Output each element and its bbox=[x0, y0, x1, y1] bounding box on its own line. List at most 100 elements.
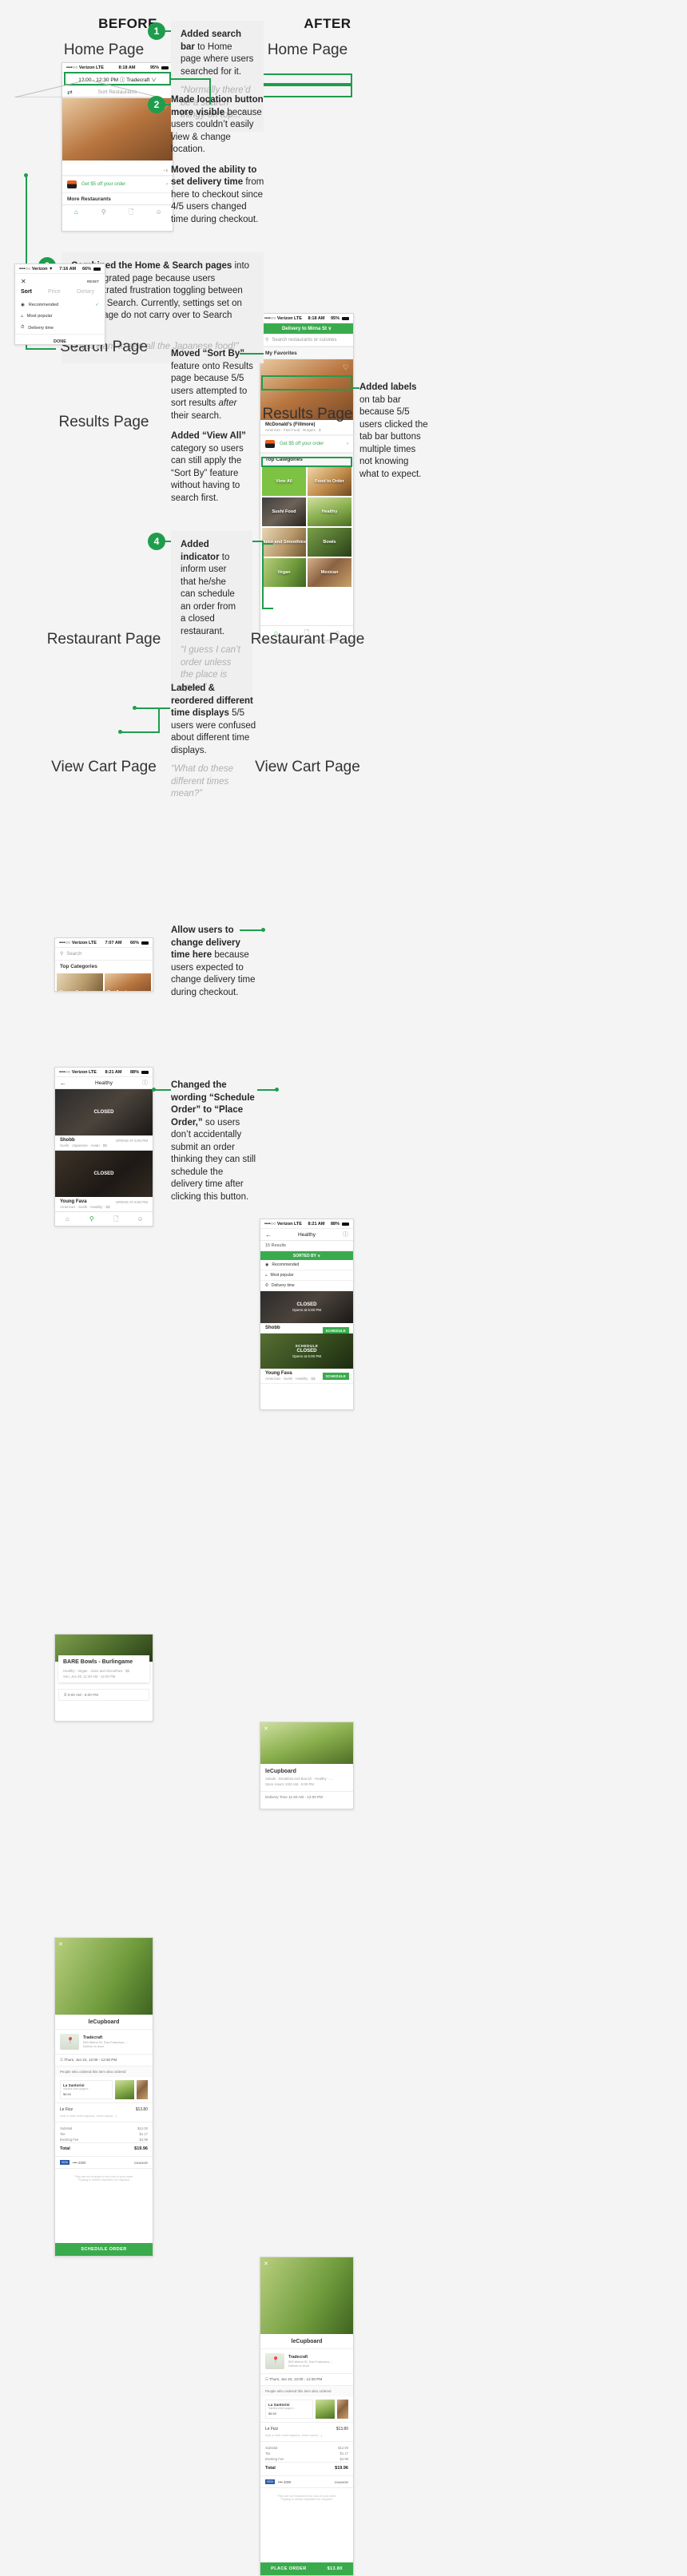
sort-option-recommended[interactable]: ◉ Recommended bbox=[260, 1260, 353, 1270]
place-order-button[interactable]: PLACE ORDER $13.80 bbox=[260, 2562, 353, 2575]
tab-price[interactable]: Price bbox=[48, 289, 61, 295]
promo-banner[interactable]: Get $5 off your order › bbox=[62, 176, 173, 193]
close-icon[interactable]: ✕ bbox=[264, 1726, 268, 1732]
change-payment-button[interactable]: CHANGE bbox=[134, 2161, 148, 2165]
tab-search[interactable]: ⚲ bbox=[80, 1215, 105, 1223]
sorted-by-button[interactable]: SORTED BY ∨ bbox=[260, 1251, 353, 1260]
highlight-tab-bar bbox=[261, 375, 352, 390]
address-line2: Deliver to door bbox=[288, 2364, 310, 2368]
done-button[interactable]: DONE bbox=[15, 335, 105, 344]
table-row[interactable]: Shobb Sushi · Japanese · Asian · $$ OPEN… bbox=[55, 1135, 153, 1151]
sort-option-delivery-time[interactable]: ⏱ Delivery time bbox=[15, 322, 105, 335]
recommended-item-image bbox=[137, 2080, 148, 2099]
card-brand-icon: VISA bbox=[265, 2479, 275, 2484]
receipt-icon: 🗋 bbox=[113, 1215, 119, 1223]
category-tile[interactable]: View All bbox=[262, 467, 306, 496]
also-ordered-header: People who ordered this item also ordere… bbox=[260, 2386, 353, 2396]
tab-bar[interactable]: ⌂ ⚲ 🗋 ☺ bbox=[55, 1211, 153, 1226]
delivery-date-row[interactable]: ☷ Thurs, Jun 22, 12:00 - 12:30 PM bbox=[55, 2055, 153, 2067]
tab-orders[interactable]: 🗋 bbox=[117, 208, 145, 216]
sort-option-most-popular[interactable]: ▵ Most popular bbox=[260, 1270, 353, 1281]
tab-home[interactable]: ⌂ bbox=[62, 208, 90, 216]
sort-option-most-popular[interactable]: ▵ Most popular bbox=[15, 311, 105, 322]
heart-icon[interactable]: ♡ bbox=[343, 363, 349, 372]
close-icon[interactable]: ✕ bbox=[21, 278, 26, 285]
category-tile[interactable]: Juice and Smoothies bbox=[262, 528, 306, 557]
closed-overlay: SCHEDULE CLOSED Opens at 6:00 PM bbox=[260, 1334, 353, 1369]
sort-option-delivery-time[interactable]: ⏱ Delivery time bbox=[260, 1281, 353, 1291]
page-title: Healthy bbox=[94, 1080, 113, 1086]
home-icon: ⌂ bbox=[65, 1215, 69, 1223]
cart-item-note[interactable]: Add a note extra tapioca, extra sauce...… bbox=[260, 2433, 353, 2442]
schedule-order-button[interactable]: SCHEDULE ORDER bbox=[55, 2243, 153, 2256]
tab-bar[interactable]: ⌂ ⚲ 🗋 ☺ bbox=[62, 204, 173, 219]
back-button[interactable]: ← bbox=[265, 1231, 272, 1238]
cart-item-name: Le Fizz bbox=[265, 2427, 279, 2431]
search-input[interactable]: ⚲ Search restaurants or cuisines bbox=[260, 334, 353, 347]
tab-dietary[interactable]: Dietary bbox=[77, 289, 94, 295]
tab-search[interactable]: ⚲ bbox=[90, 208, 118, 216]
status-battery: 95% bbox=[149, 65, 159, 70]
promo-banner[interactable]: Get $5 off your order › bbox=[260, 435, 353, 453]
back-button[interactable]: ← bbox=[60, 1080, 66, 1087]
close-icon[interactable]: ✕ bbox=[58, 1941, 63, 1948]
restaurant-photo: CLOSED Opens at 5:00 PM bbox=[260, 1291, 353, 1323]
tab-profile[interactable]: ☺ bbox=[129, 1215, 153, 1223]
connector-wording-a bbox=[153, 1089, 171, 1091]
info-icon[interactable]: ⓘ bbox=[343, 1231, 348, 1238]
phone-sort-overlay: ••••○○ Verizon ▼ 7:16 AM 66% ✕ RESET Sor… bbox=[14, 264, 105, 345]
category-tile[interactable]: Healthy bbox=[308, 497, 351, 526]
info-icon[interactable]: ⓘ bbox=[142, 1079, 148, 1087]
promo-label: Get $5 off your order bbox=[280, 442, 324, 446]
status-bar: ••••○○ Verizon LTE 8:21 AM 88% bbox=[260, 1219, 353, 1229]
category-tile[interactable]: Bowls bbox=[308, 528, 351, 557]
delivery-date-row[interactable]: ☷ Thurs, Jun 22, 12:00 - 12:30 PM bbox=[260, 2374, 353, 2386]
note-sortby-bold-b: Added “View All” bbox=[171, 431, 246, 442]
cart-item-note[interactable]: Add a note extra tapioca, extra sauce...… bbox=[55, 2114, 153, 2122]
clock-icon: ⏱ bbox=[21, 325, 25, 330]
table-row[interactable]: Young Fava American · Sushi · Healthy · … bbox=[260, 1369, 353, 1384]
tab-sort[interactable]: Sort bbox=[21, 289, 32, 295]
search-icon: ⚲ bbox=[265, 338, 269, 343]
reset-button[interactable]: RESET bbox=[87, 279, 99, 283]
tips-disclaimer: *Tips are not included in the cost of yo… bbox=[73, 2175, 134, 2182]
sort-option-label: Delivery time bbox=[28, 325, 54, 331]
category-tile[interactable]: Chinese Food bbox=[57, 973, 103, 991]
closed-label: CLOSED bbox=[93, 1110, 114, 1115]
connector-4b bbox=[262, 541, 264, 609]
note-deliverytime: Allow users to change delivery time here… bbox=[171, 925, 257, 999]
more-restaurants-header: More Restaurants bbox=[62, 193, 173, 204]
restaurant-row[interactable]: x • $ bbox=[62, 161, 173, 176]
tab-home[interactable]: ⌂ bbox=[55, 1215, 80, 1223]
delivery-location-button[interactable]: Delivery to Mirna St ∨ bbox=[260, 323, 353, 334]
status-battery: 95% bbox=[330, 315, 340, 321]
table-row[interactable]: Shobb SCHEDULE bbox=[260, 1323, 353, 1334]
table-row[interactable]: Young Fava American · Sushi · Healthy · … bbox=[55, 1197, 153, 1212]
restaurant-name: leCupboard bbox=[265, 1769, 296, 1774]
category-tile[interactable]: Food to Order bbox=[308, 467, 351, 496]
category-tile[interactable]: Sushi Food bbox=[262, 497, 306, 526]
category-tile[interactable]: Thai Food bbox=[105, 973, 151, 991]
cart-item-name: Le Fizz bbox=[60, 2107, 73, 2112]
sort-option-recommended[interactable]: ◉ Recommended ✓ bbox=[15, 299, 105, 311]
place-order-label: PLACE ORDER bbox=[271, 2566, 307, 2571]
highlight-delivery-button bbox=[261, 73, 352, 85]
page-title: Healthy bbox=[297, 1231, 316, 1238]
tab-profile[interactable]: ☺ bbox=[145, 208, 173, 216]
time-display-row[interactable]: ⏱ 9:00 AM - 5:00 PM bbox=[58, 1688, 149, 1701]
status-carrier: ••••○○ Verizon ▼ bbox=[19, 266, 54, 271]
recommended-item-image bbox=[316, 2400, 335, 2419]
tab-orders[interactable]: 🗋 bbox=[104, 1215, 129, 1223]
delivery-time-row[interactable]: Delivery Time 11:30 AM - 12:00 PM bbox=[260, 1791, 353, 1802]
close-icon[interactable]: ✕ bbox=[264, 2261, 268, 2267]
search-input[interactable]: ⚲ Search bbox=[55, 948, 153, 961]
category-tile[interactable]: Vegan bbox=[262, 558, 306, 587]
change-payment-button[interactable]: CHANGE bbox=[335, 2480, 348, 2484]
schedule-label: SCHEDULE bbox=[295, 1344, 319, 1348]
subtotal-label: Subtotal bbox=[265, 2446, 278, 2450]
highlight-search-bar bbox=[261, 85, 352, 97]
category-tile[interactable]: Mexican bbox=[308, 558, 351, 587]
callout-badge-4: 4 bbox=[148, 533, 165, 550]
search-icon: ⚲ bbox=[60, 952, 64, 957]
schedule-badge[interactable]: SCHEDULE bbox=[322, 1373, 349, 1380]
